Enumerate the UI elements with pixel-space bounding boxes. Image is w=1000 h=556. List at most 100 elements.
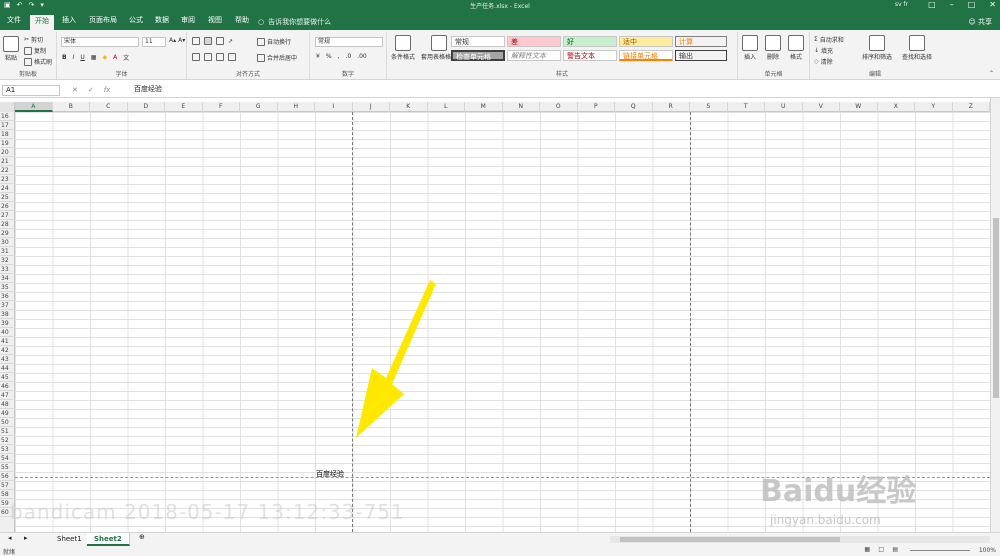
phonetic-icon[interactable]: 文 xyxy=(123,53,129,62)
collapse-ribbon-icon[interactable]: ⌃ xyxy=(989,70,994,77)
fill-button[interactable]: ↓ 填充 xyxy=(814,46,833,55)
merge-center-button[interactable]: 合并后居中 xyxy=(257,53,297,62)
row-header[interactable]: 52 xyxy=(0,436,15,445)
row-header[interactable]: 54 xyxy=(0,454,15,463)
align-bottom-icon[interactable] xyxy=(216,37,224,45)
row-header[interactable]: 46 xyxy=(0,382,15,391)
confirm-entry-icon[interactable]: ✓ xyxy=(88,85,94,96)
next-sheet-icon[interactable]: ▸ xyxy=(24,534,28,542)
font-size-select[interactable]: 11 xyxy=(142,37,166,47)
row-header[interactable]: 30 xyxy=(0,238,15,247)
increase-decimal-icon[interactable]: .0 xyxy=(345,53,351,60)
page-break-view-icon[interactable]: ▤ xyxy=(892,546,898,553)
format-cells-button[interactable]: 格式 xyxy=(788,35,804,61)
row-header[interactable]: 29 xyxy=(0,229,15,238)
style-linked-cell[interactable]: 链接单元格 xyxy=(619,50,673,61)
style-good[interactable]: 好 xyxy=(563,36,617,47)
orientation-icon[interactable]: ↗ xyxy=(228,38,233,45)
align-center-icon[interactable] xyxy=(204,53,212,61)
row-header[interactable]: 28 xyxy=(0,220,15,229)
comma-button[interactable]: , xyxy=(338,53,340,60)
sheet-tab-sheet2[interactable]: Sheet2 xyxy=(87,533,130,546)
row-header[interactable]: 53 xyxy=(0,445,15,454)
column-header[interactable]: Y xyxy=(915,102,953,112)
row-header[interactable]: 45 xyxy=(0,373,15,382)
underline-button[interactable]: U xyxy=(80,54,84,61)
clear-button[interactable]: ◇ 清除 xyxy=(814,57,833,66)
align-right-icon[interactable] xyxy=(216,53,224,61)
style-check-cell[interactable]: 检查单元格 xyxy=(451,50,505,61)
ribbon-display-icon[interactable]: □ xyxy=(928,0,936,10)
find-select-button[interactable]: 查找和选择 xyxy=(902,35,932,61)
column-header[interactable]: F xyxy=(203,102,240,112)
style-output[interactable]: 输出 xyxy=(675,50,727,61)
paste-button[interactable]: 粘贴 xyxy=(3,36,19,62)
name-box[interactable]: A1 xyxy=(2,85,60,96)
tab-insert[interactable]: 插入 xyxy=(57,15,81,29)
column-header[interactable]: V xyxy=(803,102,840,112)
zoom-level[interactable]: 100% xyxy=(979,547,996,554)
style-explanatory[interactable]: 解释性文本 xyxy=(507,50,561,61)
formula-input[interactable]: 百度经验 xyxy=(130,85,992,96)
number-format-select[interactable]: 常规 xyxy=(315,37,383,47)
row-header[interactable]: 50 xyxy=(0,418,15,427)
bold-button[interactable]: B xyxy=(62,54,67,61)
row-header[interactable]: 41 xyxy=(0,337,15,346)
row-header[interactable]: 32 xyxy=(0,256,15,265)
percent-button[interactable]: % xyxy=(326,53,332,60)
row-header[interactable]: 25 xyxy=(0,193,15,202)
select-all-corner[interactable] xyxy=(0,102,15,112)
column-header[interactable]: M xyxy=(465,102,503,112)
row-header[interactable]: 23 xyxy=(0,175,15,184)
column-header[interactable]: D xyxy=(128,102,165,112)
format-painter-button[interactable]: 格式刷 xyxy=(24,57,52,66)
row-header[interactable]: 31 xyxy=(0,247,15,256)
column-header[interactable]: X xyxy=(878,102,915,112)
column-header[interactable]: C xyxy=(90,102,128,112)
row-header[interactable]: 44 xyxy=(0,364,15,373)
close-icon[interactable]: ✕ xyxy=(989,0,996,10)
row-header[interactable]: 26 xyxy=(0,202,15,211)
style-neutral[interactable]: 适中 xyxy=(619,36,673,47)
row-header[interactable]: 42 xyxy=(0,346,15,355)
row-header[interactable]: 35 xyxy=(0,283,15,292)
row-header[interactable]: 22 xyxy=(0,166,15,175)
row-header[interactable]: 56 xyxy=(0,472,15,481)
row-header[interactable]: 57 xyxy=(0,481,15,490)
wrap-text-button[interactable]: 自动换行 xyxy=(257,37,291,46)
row-header[interactable]: 51 xyxy=(0,427,15,436)
page-layout-view-icon[interactable]: □ xyxy=(878,546,884,553)
tab-view[interactable]: 视图 xyxy=(203,15,227,29)
tab-home[interactable]: 开始 xyxy=(30,15,54,30)
column-header[interactable]: P xyxy=(578,102,615,112)
row-header[interactable]: 40 xyxy=(0,328,15,337)
column-header[interactable]: W xyxy=(840,102,878,112)
column-header[interactable]: A xyxy=(15,102,53,112)
column-header[interactable]: J xyxy=(353,102,390,112)
conditional-format-button[interactable]: 条件格式 xyxy=(391,35,415,61)
indent-icon[interactable] xyxy=(228,53,236,61)
column-header[interactable]: B xyxy=(53,102,90,112)
row-header[interactable]: 55 xyxy=(0,463,15,472)
sort-filter-button[interactable]: 排序和筛选 xyxy=(862,35,892,61)
column-header[interactable]: O xyxy=(540,102,578,112)
tell-me-search[interactable]: ○ 告诉我你想要做什么 xyxy=(258,17,331,27)
row-header[interactable]: 20 xyxy=(0,148,15,157)
user-name[interactable]: sv fr xyxy=(895,1,908,8)
minimize-icon[interactable]: – xyxy=(950,0,954,10)
style-warning[interactable]: 警告文本 xyxy=(563,50,617,61)
row-header[interactable]: 47 xyxy=(0,391,15,400)
column-header[interactable]: R xyxy=(653,102,690,112)
row-header[interactable]: 43 xyxy=(0,355,15,364)
column-header[interactable]: S xyxy=(690,102,728,112)
fill-color-icon[interactable]: ◆ xyxy=(102,54,107,61)
prev-sheet-icon[interactable]: ◂ xyxy=(8,534,12,542)
font-color-icon[interactable]: A xyxy=(113,54,117,61)
row-header[interactable]: 17 xyxy=(0,121,15,130)
share-button[interactable]: ☺ 共享 xyxy=(968,17,992,27)
zoom-slider[interactable] xyxy=(910,550,970,551)
align-top-icon[interactable] xyxy=(192,37,200,45)
row-header[interactable]: 36 xyxy=(0,292,15,301)
style-calculation[interactable]: 计算 xyxy=(675,36,727,47)
row-header[interactable]: 48 xyxy=(0,400,15,409)
